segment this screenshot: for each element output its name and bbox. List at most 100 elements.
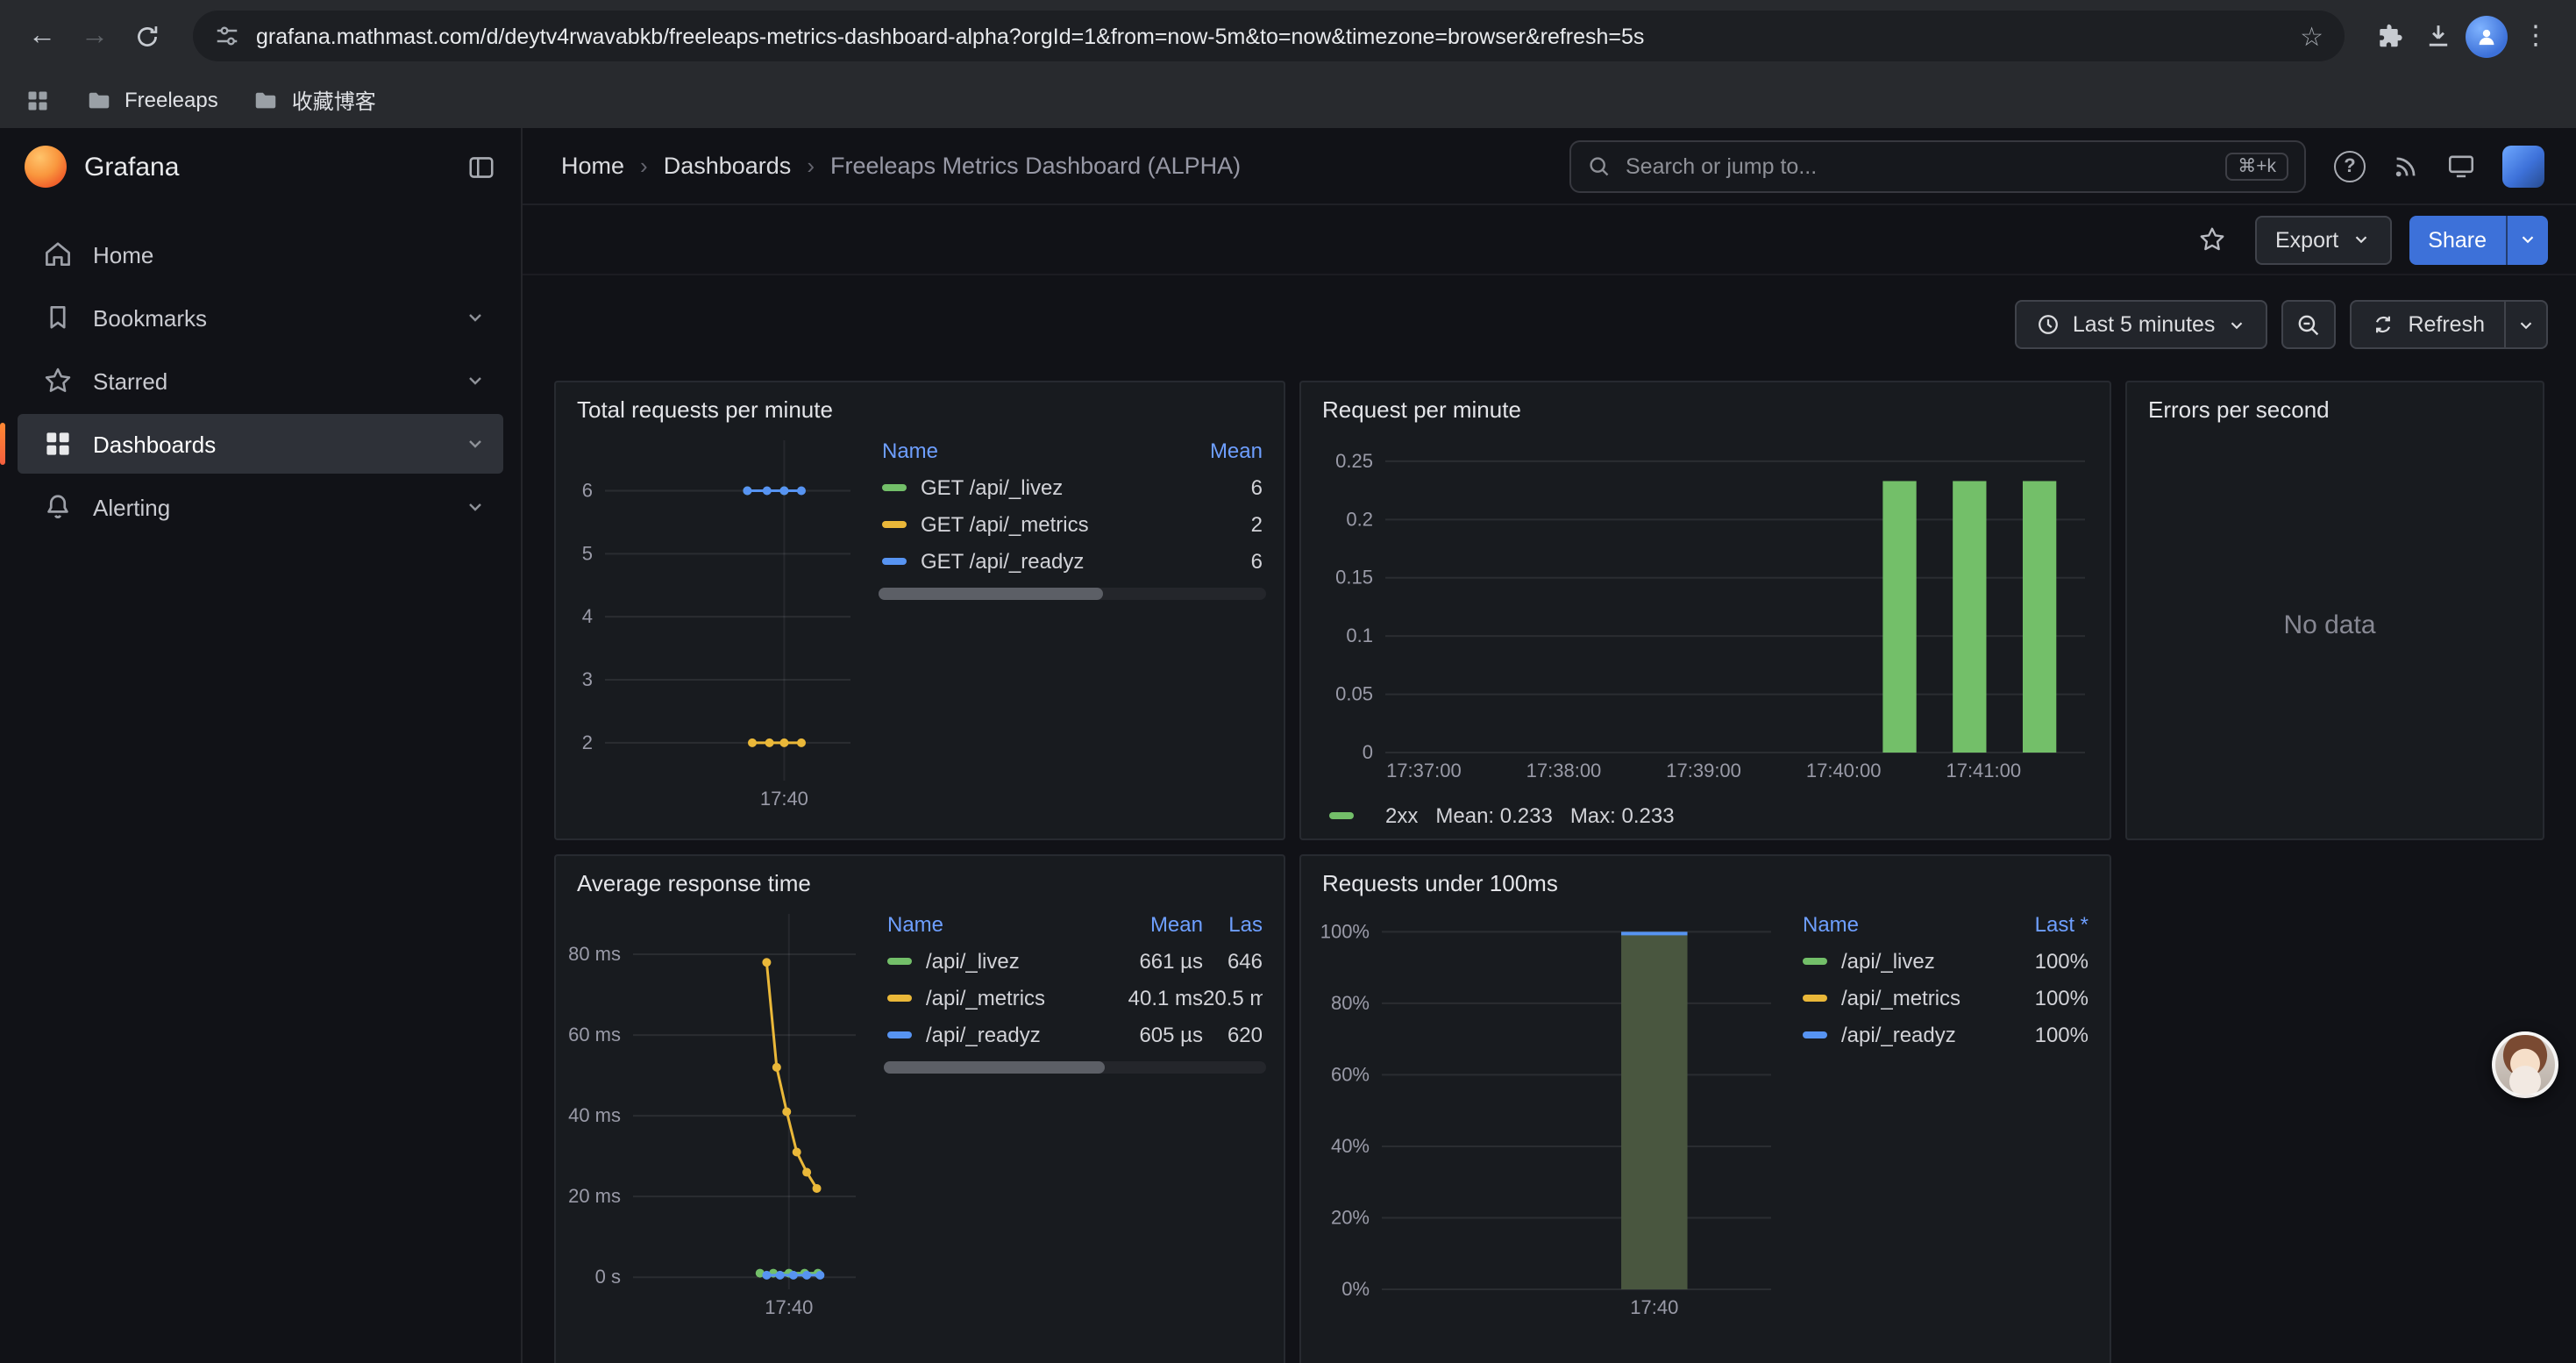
- series-name: /api/_readyz: [1841, 1022, 2008, 1046]
- sidebar-item-bookmarks[interactable]: Bookmarks: [18, 288, 503, 347]
- series-name: GET /api/_metrics: [921, 511, 1189, 536]
- request-per-minute-chart[interactable]: 0.250.20.150.10.05017:37:0017:38:0017:39…: [1315, 426, 2096, 784]
- apps-shortcut-icon[interactable]: [25, 87, 51, 113]
- page-header: Home › Dashboards › Freeleaps Metrics Da…: [523, 128, 2576, 205]
- breadcrumb-dashboards[interactable]: Dashboards: [664, 153, 792, 179]
- sidebar-item-home[interactable]: Home: [18, 225, 503, 284]
- total-requests-chart[interactable]: 6543217:40: [563, 426, 865, 824]
- chevron-down-icon: [2351, 230, 2370, 249]
- legend-header-last[interactable]: Las: [1203, 912, 1263, 937]
- legend-row[interactable]: GET /api/_livez 6: [879, 468, 1266, 505]
- legend-row[interactable]: GET /api/_readyz 6: [879, 542, 1266, 579]
- svg-text:80%: 80%: [1331, 992, 1370, 1014]
- bookmark-folder-blogs[interactable]: 收藏博客: [253, 85, 376, 115]
- site-settings-icon[interactable]: [214, 23, 240, 49]
- chevron-down-icon[interactable]: [465, 370, 486, 391]
- bookmark-folder-freeleaps[interactable]: Freeleaps: [86, 87, 218, 113]
- bookmark-star-icon[interactable]: ☆: [2300, 20, 2323, 52]
- svg-text:80 ms: 80 ms: [568, 943, 621, 965]
- sidebar-item-alerting[interactable]: Alerting: [18, 477, 503, 537]
- legend-scrollbar-thumb[interactable]: [884, 1061, 1106, 1074]
- breadcrumb-separator: ›: [640, 153, 648, 179]
- legend-inline: 2xx Mean: 0.233 Max: 0.233: [1315, 798, 2096, 831]
- grafana-logo[interactable]: [25, 146, 67, 188]
- series-name: /api/_metrics: [926, 985, 1105, 1010]
- zoom-out-button[interactable]: [2281, 300, 2336, 349]
- user-avatar[interactable]: [2502, 145, 2544, 187]
- browser-menu-button[interactable]: ⋮: [2513, 13, 2558, 59]
- legend-header-mean[interactable]: Mean: [1189, 439, 1263, 463]
- legend-row[interactable]: /api/_metrics 40.1 ms 20.5 m: [884, 979, 1266, 1016]
- share-button[interactable]: Share: [2409, 215, 2506, 264]
- forward-button[interactable]: →: [70, 11, 119, 61]
- legend-row[interactable]: GET /api/_metrics 2: [879, 505, 1266, 542]
- series-mean: 2: [1189, 511, 1263, 536]
- collapse-sidebar-icon[interactable]: [466, 152, 496, 182]
- chevron-down-icon[interactable]: [465, 496, 486, 517]
- rss-icon[interactable]: [2392, 152, 2420, 180]
- legend-scrollbar-thumb[interactable]: [879, 588, 1103, 600]
- refresh-button[interactable]: Refresh: [2350, 300, 2506, 349]
- bookmarks-bar: Freeleaps 收藏博客: [0, 72, 2576, 128]
- download-icon: [2423, 21, 2452, 51]
- share-menu-button[interactable]: [2506, 215, 2548, 264]
- back-button[interactable]: ←: [18, 11, 67, 61]
- search-input[interactable]: [1626, 153, 2211, 178]
- legend-header-last[interactable]: Last *: [2008, 912, 2089, 937]
- legend-header-name[interactable]: Name: [882, 439, 1189, 463]
- export-button[interactable]: Export: [2254, 215, 2391, 264]
- series-name: /api/_metrics: [1841, 985, 2008, 1010]
- svg-text:40 ms: 40 ms: [568, 1104, 621, 1126]
- svg-text:17:37:00: 17:37:00: [1386, 760, 1462, 781]
- svg-text:3: 3: [582, 668, 593, 690]
- series-last: 20.5 m: [1203, 985, 1263, 1010]
- breadcrumb-current: Freeleaps Metrics Dashboard (ALPHA): [830, 153, 1241, 179]
- panel-title[interactable]: Requests under 100ms: [1301, 856, 2110, 900]
- chevron-down-icon[interactable]: [465, 433, 486, 454]
- search-shortcut-badge: ⌘+k: [2225, 152, 2288, 180]
- chevron-down-icon[interactable]: [465, 307, 486, 328]
- panel-title[interactable]: Average response time: [556, 856, 1284, 900]
- reload-button[interactable]: [123, 11, 172, 61]
- no-data-message: No data: [2283, 610, 2375, 640]
- panel-title[interactable]: Errors per second: [2127, 382, 2543, 426]
- breadcrumb-home[interactable]: Home: [561, 153, 624, 179]
- legend-scrollbar[interactable]: [879, 588, 1266, 600]
- legend-header-name[interactable]: Name: [887, 912, 1105, 937]
- svg-text:60%: 60%: [1331, 1063, 1370, 1085]
- sidebar-item-dashboards[interactable]: Dashboards: [18, 414, 503, 474]
- legend-row[interactable]: /api/_readyz 100%: [1799, 1016, 2092, 1053]
- apps-grid-icon: [42, 428, 74, 460]
- favorite-star-icon[interactable]: [2188, 215, 2237, 264]
- legend-row[interactable]: /api/_livez 100%: [1799, 942, 2092, 979]
- legend-row[interactable]: /api/_livez 661 µs 646: [884, 942, 1266, 979]
- url-input[interactable]: [256, 24, 2284, 48]
- panel-title[interactable]: Total requests per minute: [556, 382, 1284, 426]
- refresh-interval-button[interactable]: [2506, 300, 2548, 349]
- legend-row[interactable]: /api/_readyz 605 µs 620: [884, 1016, 1266, 1053]
- extensions-button[interactable]: [2366, 13, 2411, 59]
- legend-row[interactable]: /api/_metrics 100%: [1799, 979, 2092, 1016]
- sidebar-item-label: Dashboards: [93, 431, 216, 457]
- legend-scrollbar[interactable]: [884, 1061, 1266, 1074]
- help-icon[interactable]: ?: [2334, 150, 2366, 182]
- kiosk-monitor-icon[interactable]: [2446, 151, 2476, 181]
- svg-text:2: 2: [582, 731, 593, 753]
- average-response-time-chart[interactable]: 80 ms60 ms40 ms20 ms0 s17:40: [563, 900, 870, 1363]
- refresh-label: Refresh: [2408, 312, 2485, 337]
- downloads-button[interactable]: [2415, 13, 2460, 59]
- legend-header-name[interactable]: Name: [1803, 912, 2008, 937]
- time-range-picker[interactable]: Last 5 minutes: [2015, 300, 2268, 349]
- floating-assistant-avatar[interactable]: [2492, 1031, 2558, 1098]
- share-label: Share: [2428, 227, 2487, 252]
- series-name[interactable]: 2xx: [1385, 803, 1418, 828]
- search-box[interactable]: ⌘+k: [1569, 139, 2306, 192]
- panel-title[interactable]: Request per minute: [1301, 382, 2110, 426]
- sidebar-item-starred[interactable]: Starred: [18, 351, 503, 410]
- legend-table: Name Mean Las /api/_livez 661 µs 646: [884, 900, 1266, 1363]
- legend-header-mean[interactable]: Mean: [1105, 912, 1203, 937]
- address-bar[interactable]: ☆: [193, 11, 2345, 61]
- profile-button[interactable]: [2464, 13, 2509, 59]
- forward-icon: →: [81, 20, 109, 52]
- requests-under-100ms-chart[interactable]: 100%80%60%40%20%0%17:40: [1308, 900, 1785, 1363]
